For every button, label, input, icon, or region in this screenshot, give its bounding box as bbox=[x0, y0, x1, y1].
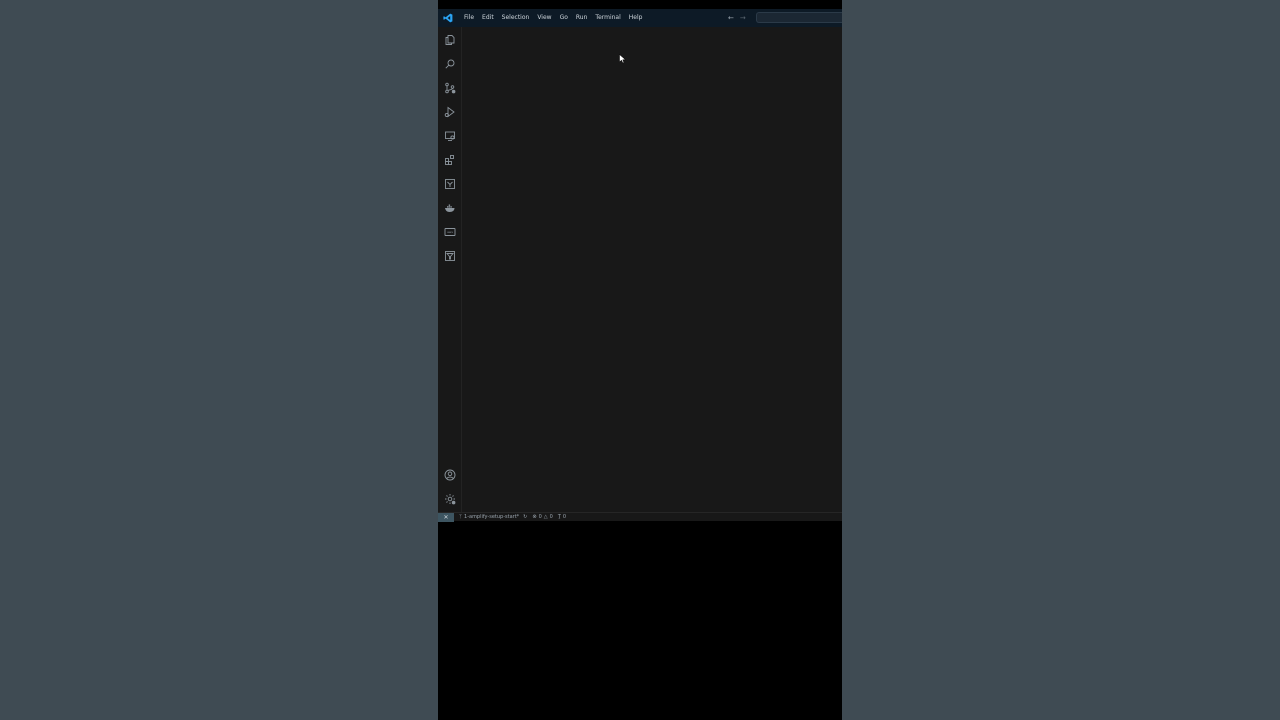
manage-gear-icon[interactable] bbox=[442, 491, 458, 507]
menu-go[interactable]: Go bbox=[556, 9, 572, 27]
menu-bar: File Edit Selection View Go Run Terminal… bbox=[460, 9, 646, 27]
mouse-cursor-icon bbox=[619, 54, 627, 64]
run-debug-icon[interactable] bbox=[442, 104, 458, 120]
remote-explorer-icon[interactable] bbox=[442, 128, 458, 144]
menu-run[interactable]: Run bbox=[572, 9, 592, 27]
command-center-search[interactable] bbox=[756, 12, 842, 23]
menu-view[interactable]: View bbox=[533, 9, 555, 27]
branch-name: 1-amplify-setup-start* bbox=[464, 514, 520, 520]
navigation-controls: ← → bbox=[728, 9, 746, 27]
video-frame: File Edit Selection View Go Run Terminal… bbox=[438, 0, 842, 720]
explorer-icon[interactable] bbox=[442, 32, 458, 48]
source-control-icon[interactable] bbox=[442, 80, 458, 96]
menu-edit[interactable]: Edit bbox=[478, 9, 498, 27]
title-bar: File Edit Selection View Go Run Terminal… bbox=[438, 9, 842, 27]
editor-area[interactable] bbox=[462, 27, 842, 512]
ports-status[interactable]: Ṯ 0 bbox=[558, 514, 566, 520]
accounts-icon[interactable] bbox=[442, 467, 458, 483]
warning-count: 0 bbox=[549, 514, 553, 520]
ports-count: 0 bbox=[562, 514, 567, 520]
problems-status[interactable]: ⊗ 0 △ 0 bbox=[532, 514, 552, 520]
vscode-logo-icon[interactable] bbox=[439, 9, 457, 27]
menu-file[interactable]: File bbox=[460, 9, 478, 27]
remote-indicator-icon[interactable]: ✕ bbox=[438, 512, 454, 522]
filter-icon[interactable] bbox=[442, 248, 458, 264]
error-icon: ⊗ bbox=[532, 514, 537, 520]
aws-icon[interactable]: aws bbox=[442, 224, 458, 240]
arrow-right-icon[interactable]: → bbox=[740, 9, 746, 27]
ports-icon: Ṯ bbox=[557, 514, 561, 520]
menu-selection[interactable]: Selection bbox=[498, 9, 534, 27]
testing-icon[interactable] bbox=[442, 176, 458, 192]
sync-icon: ↻ bbox=[523, 514, 528, 520]
menu-help[interactable]: Help bbox=[625, 9, 647, 27]
svg-text:aws: aws bbox=[447, 230, 453, 234]
extensions-icon[interactable] bbox=[442, 152, 458, 168]
activity-bar: aws bbox=[438, 27, 462, 512]
error-count: 0 bbox=[538, 514, 542, 520]
menu-terminal[interactable]: Terminal bbox=[591, 9, 624, 27]
arrow-left-icon[interactable]: ← bbox=[728, 9, 734, 27]
branch-status[interactable]: ᛉ 1-amplify-setup-start* ↻ bbox=[459, 514, 527, 520]
warning-icon: △ bbox=[543, 514, 548, 520]
git-branch-icon: ᛉ bbox=[459, 514, 463, 520]
docker-icon[interactable] bbox=[442, 200, 458, 216]
vscode-window: File Edit Selection View Go Run Terminal… bbox=[438, 9, 842, 522]
search-icon[interactable] bbox=[442, 56, 458, 72]
status-bar: ✕ ᛉ 1-amplify-setup-start* ↻ ⊗ 0 △ 0 Ṯ 0 bbox=[438, 512, 842, 522]
